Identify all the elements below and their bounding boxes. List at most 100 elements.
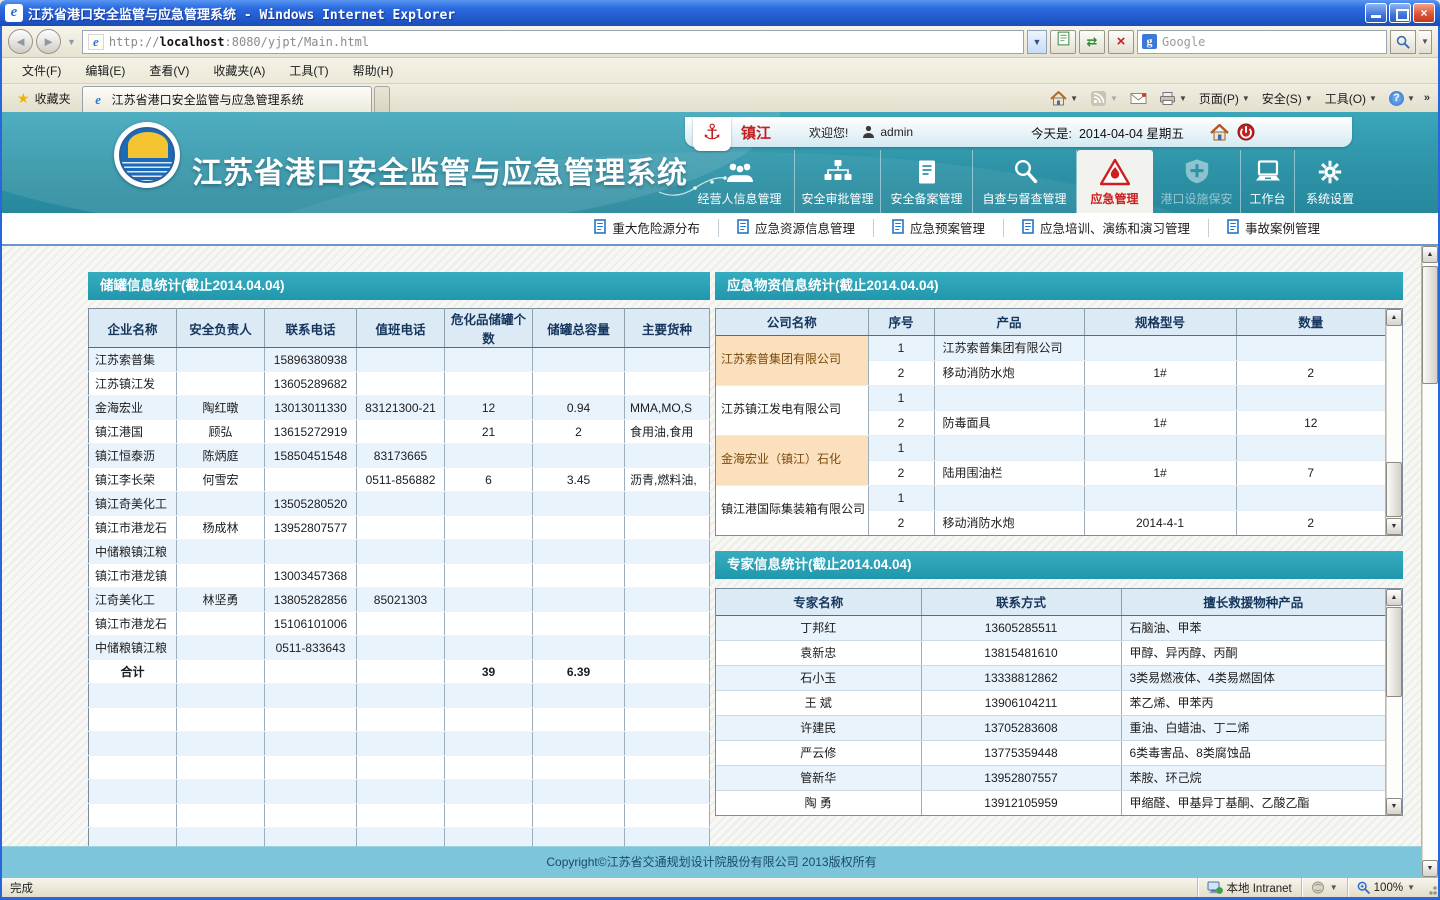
menu-item[interactable]: 编辑(E) xyxy=(73,59,137,82)
expert-row: 许建民13705283608重油、白蜡油、丁二烯 xyxy=(716,715,1386,740)
refresh-button[interactable]: ⇄ xyxy=(1079,30,1105,54)
subnav-item-label: 事故案例管理 xyxy=(1245,218,1320,237)
home-icon xyxy=(1210,124,1229,141)
home-shortcut-button[interactable] xyxy=(1210,124,1229,141)
read-mail-button[interactable] xyxy=(1127,89,1150,108)
nav-item-label: 应急管理 xyxy=(1090,190,1138,207)
expert-row: 管新华13952807557苯胺、环己烷 xyxy=(716,765,1386,790)
tools-menu[interactable]: 工具(O)▼ xyxy=(1322,88,1380,109)
subnav-item-1[interactable]: 重大危险源分布 xyxy=(576,219,719,237)
column-header: 专家名称 xyxy=(716,589,921,615)
column-header: 值班电话 xyxy=(357,309,445,348)
safety-menu[interactable]: 安全(S)▼ xyxy=(1259,88,1316,109)
zoom-control[interactable]: 100% ▼ xyxy=(1347,878,1424,897)
feeds-button[interactable]: ▼ xyxy=(1087,89,1121,108)
nav-item-2[interactable]: 安全审批管理 xyxy=(795,150,881,213)
search-dropdown-icon[interactable]: ▼ xyxy=(1419,30,1432,54)
nav-item-5[interactable]: 应急管理 xyxy=(1077,150,1153,213)
scroll-up-icon[interactable]: ▲ xyxy=(1386,589,1402,606)
column-header: 序号 xyxy=(868,309,934,335)
status-bar: 完成 本地 Intranet ▼ 100% ▼ xyxy=(2,877,1438,897)
stop-button[interactable]: × xyxy=(1108,30,1134,54)
back-button[interactable]: ◄ xyxy=(8,29,33,54)
subnav-item-3[interactable]: 应急预案管理 xyxy=(874,219,1004,237)
menu-item[interactable]: 查看(V) xyxy=(137,59,201,82)
subnav-item-4[interactable]: 应急培训、演练和演习管理 xyxy=(1004,219,1209,237)
subnav-item-5[interactable]: 事故案例管理 xyxy=(1209,219,1338,237)
help-menu[interactable]: ?▼ xyxy=(1386,89,1418,108)
company-cell: 江苏镇江发电有限公司 xyxy=(716,385,868,435)
ie-icon: e xyxy=(5,4,23,22)
page-doc-icon xyxy=(737,219,749,237)
new-tab-stub[interactable] xyxy=(374,86,390,112)
scroll-thumb[interactable] xyxy=(1386,462,1402,517)
column-header: 危化品储罐个数 xyxy=(445,309,533,348)
tank-row: 中储粮镇江粮 xyxy=(89,540,710,564)
supplies-header-row: 公司名称序号产品规格型号数量 xyxy=(716,309,1386,335)
print-button[interactable]: ▼ xyxy=(1156,89,1190,108)
url-dropdown-button[interactable]: ▼ xyxy=(1027,30,1047,54)
power-icon xyxy=(1237,123,1255,141)
column-header: 数量 xyxy=(1236,309,1386,335)
column-header: 主要货种 xyxy=(625,309,710,348)
page-footer: Copyright©江苏省交通规划设计院股份有限公司 2013版权所有 xyxy=(2,846,1421,877)
home-icon xyxy=(1050,91,1067,106)
nav-item-label: 自查与督查管理 xyxy=(982,190,1066,207)
scroll-up-icon[interactable]: ▲ xyxy=(1422,246,1438,263)
resize-grip[interactable] xyxy=(1424,878,1438,897)
nav-item-label: 系统设置 xyxy=(1306,190,1354,207)
subnav-item-2[interactable]: 应急资源信息管理 xyxy=(719,219,874,237)
company-cell: 江苏索普集团有限公司 xyxy=(716,335,868,385)
minimize-button[interactable] xyxy=(1365,3,1387,23)
main-scrollbar[interactable]: ▲ ▼ xyxy=(1421,246,1438,877)
restore-button[interactable] xyxy=(1389,3,1411,23)
nav-item-3[interactable]: 安全备案管理 xyxy=(881,150,973,213)
scroll-down-icon[interactable]: ▼ xyxy=(1386,798,1402,815)
company-cell: 金海宏业（镇江）石化 xyxy=(716,435,868,485)
status-text: 完成 xyxy=(2,880,1197,896)
mail-icon xyxy=(1130,91,1147,106)
scroll-thumb[interactable] xyxy=(1386,607,1402,697)
nav-item-label: 安全审批管理 xyxy=(801,190,873,207)
scroll-down-icon[interactable]: ▼ xyxy=(1386,518,1402,535)
experts-scrollbar[interactable]: ▲ ▼ xyxy=(1385,589,1402,815)
history-dropdown-icon[interactable]: ▼ xyxy=(64,37,79,47)
overflow-chevron-icon[interactable]: » xyxy=(1424,92,1430,104)
nav-item-8[interactable]: 系统设置 xyxy=(1295,150,1365,213)
menu-item[interactable]: 文件(F) xyxy=(10,59,73,82)
home-button[interactable]: ▼ xyxy=(1047,89,1081,108)
menu-item[interactable]: 收藏夹(A) xyxy=(201,59,277,82)
nav-item-1[interactable]: 经营人信息管理 xyxy=(685,150,795,213)
menu-item[interactable]: 帮助(H) xyxy=(341,59,406,82)
tank-row xyxy=(89,708,710,732)
content-viewport: 储罐信息统计(截止2014.04.04) 企业名称安全负责人联系电话值班电话危化… xyxy=(2,246,1438,877)
browser-window: e 江苏省港口安全监管与应急管理系统 - Windows Internet Ex… xyxy=(0,0,1440,900)
favorites-button[interactable]: ★ 收藏夹 xyxy=(6,86,82,110)
nav-item-4[interactable]: 自查与督查管理 xyxy=(973,150,1077,213)
tank-row: 江苏镇江发13605289682 xyxy=(89,372,710,396)
expert-row: 陶 勇13912105959甲缩醛、甲基异丁基酮、乙酸乙酯 xyxy=(716,790,1386,815)
anchor-tab: ⚓ xyxy=(693,117,731,151)
page-menu[interactable]: 页面(P)▼ xyxy=(1196,88,1253,109)
close-button[interactable]: × xyxy=(1413,3,1435,23)
protected-mode-control[interactable]: ▼ xyxy=(1301,878,1347,897)
scroll-thumb[interactable] xyxy=(1422,266,1438,384)
nav-item-6[interactable]: 港口设施保安 xyxy=(1153,150,1241,213)
scroll-down-icon[interactable]: ▼ xyxy=(1422,860,1438,877)
forward-button[interactable]: ► xyxy=(36,29,61,54)
main-nav: 经营人信息管理安全审批管理安全备案管理自查与督查管理 应急管理港口设施保安工作台系… xyxy=(685,150,1365,213)
expert-row: 严云修137753594486类毒害品、8类腐蚀品 xyxy=(716,740,1386,765)
search-input[interactable] xyxy=(1162,35,1382,49)
compatibility-button[interactable] xyxy=(1050,30,1076,54)
scroll-up-icon[interactable]: ▲ xyxy=(1386,309,1402,326)
nav-item-7[interactable]: 工作台 xyxy=(1241,150,1295,213)
search-button[interactable] xyxy=(1390,30,1416,54)
tab-bar: ★ 收藏夹 e 江苏省港口安全监管与应急管理系统 ▼ ▼ ▼ 页面(P)▼ 安全… xyxy=(2,84,1438,112)
logout-button[interactable] xyxy=(1237,123,1255,141)
user-icon xyxy=(862,125,875,139)
supplies-scrollbar[interactable]: ▲ ▼ xyxy=(1385,309,1402,535)
tab-current[interactable]: e 江苏省港口安全监管与应急管理系统 xyxy=(82,86,372,112)
menu-item[interactable]: 工具(T) xyxy=(277,59,340,82)
gear-icon xyxy=(1316,157,1344,187)
url-field[interactable]: e http://localhost:8080/yjpt/Main.html xyxy=(82,30,1024,54)
